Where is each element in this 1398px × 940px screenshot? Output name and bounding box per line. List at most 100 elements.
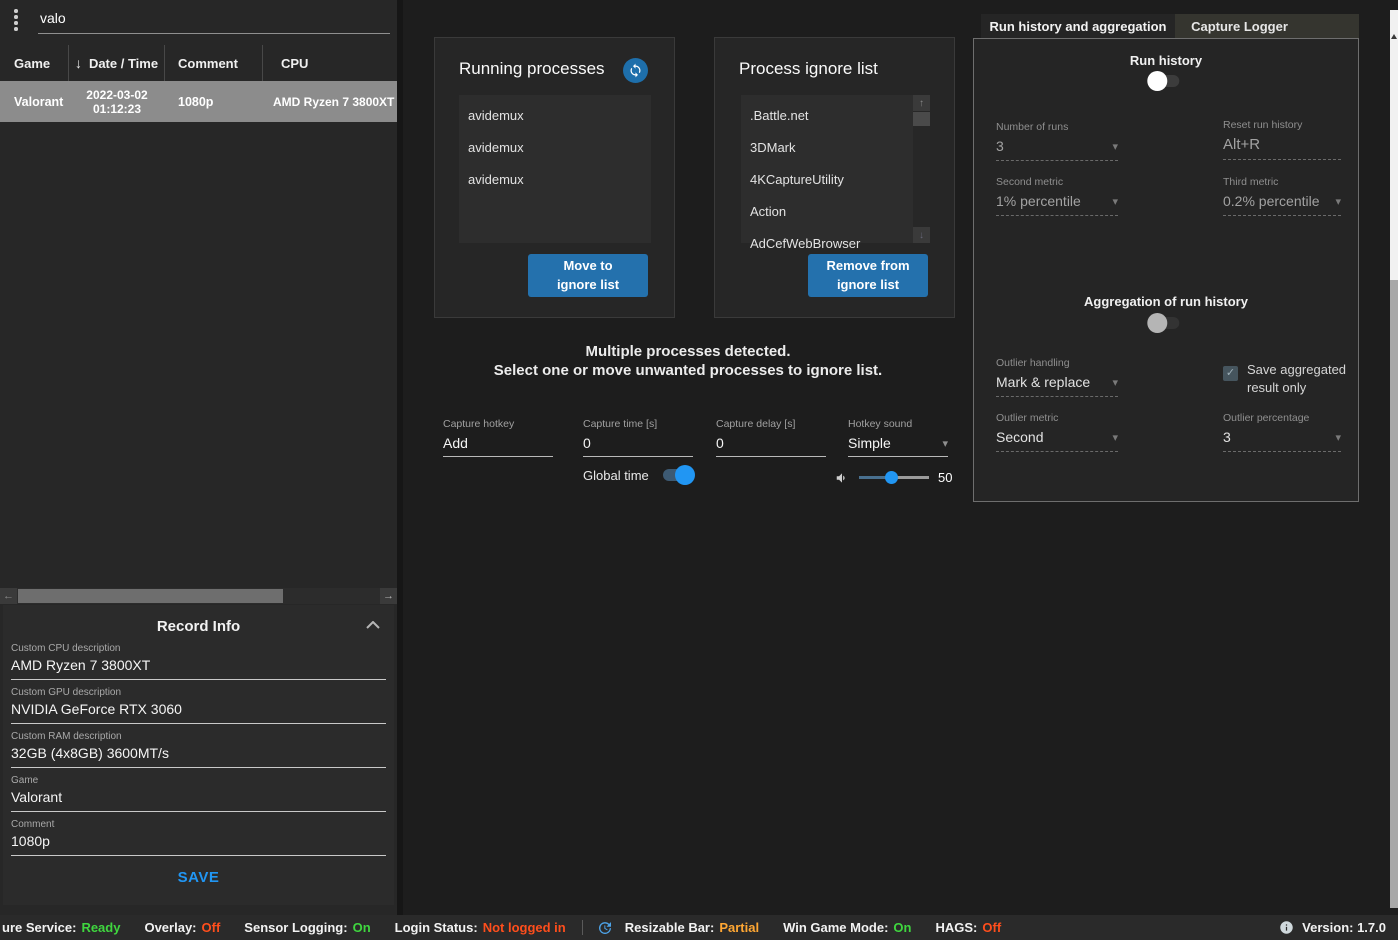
hotkey-sound-field: Hotkey sound Simple ▾ [848,418,948,457]
list-item[interactable]: 4KCaptureUtility [741,163,930,195]
chevron-down-icon: ▾ [1112,140,1118,153]
table-row-selected[interactable]: Valorant 2022-03-02 01:12:23 1080p AMD R… [0,81,397,122]
field-label: Custom RAM description [11,731,122,742]
horizontal-scrollbar-thumb[interactable] [18,589,283,603]
horizontal-scrollbar[interactable]: ← → [0,588,397,604]
message-line1: Multiple processes detected. [585,343,791,360]
column-header-cpu[interactable]: CPU [263,45,397,81]
scroll-right-icon[interactable]: → [380,588,397,604]
list-item[interactable]: avidemux [459,99,651,131]
search-input[interactable] [38,6,390,34]
aggregation-title: Aggregation of run history [1084,294,1248,309]
ignore-list-scrollbar[interactable]: ↑ ↓ [913,95,930,243]
button-label-line2: ignore list [836,276,900,292]
button-label-line1: Move to [563,257,613,273]
kebab-menu-icon[interactable] [14,9,18,31]
chevron-down-icon: ▾ [1112,431,1118,444]
window-scrollbar[interactable] [1390,10,1398,908]
hotkey-sound-select[interactable]: Simple ▾ [848,435,948,457]
row-game: Valorant [14,94,64,109]
ignore-list-scrollbar-thumb[interactable] [913,112,930,126]
list-item[interactable]: avidemux [459,163,651,195]
capture-hotkey-input[interactable]: Add [443,435,553,457]
record-info-section: Record Info Custom CPU description AMD R… [3,605,394,905]
number-of-runs-select[interactable]: 3 ▾ [996,138,1118,161]
ram-description-input[interactable]: 32GB (4x8GB) 3600MT/s [11,745,386,768]
column-header-game[interactable]: Game [0,45,69,81]
status-bar: ure Service: Ready Overlay: Off Sensor Log… [0,915,1398,940]
capture-time-field: Capture time [s] 0 [583,418,693,457]
scroll-up-icon[interactable]: ↑ [913,95,930,111]
run-history-toggle[interactable] [1147,71,1181,91]
number-of-runs-field: Number of runs 3 ▾ [996,121,1118,161]
global-time-label: Global time [583,467,649,483]
gpu-description-field: Custom GPU description NVIDIA GeForce RT… [11,687,386,724]
capture-hotkey-label: Capture hotkey [443,418,515,430]
version-area: Version: 1.7.0 [1279,920,1386,935]
global-time-toggle[interactable] [661,465,695,485]
outlier-handling-select[interactable]: Mark & replace ▾ [996,374,1118,397]
cpu-description-input[interactable]: AMD Ryzen 7 3800XT [11,657,386,680]
status-login: Login Status: Not logged in [394,920,566,935]
scroll-left-icon[interactable]: ← [0,588,17,604]
move-to-ignore-list-button[interactable]: Move to ignore list [528,254,648,297]
sort-desc-icon: ↓ [74,55,82,71]
comment-input[interactable]: 1080p [11,833,386,856]
chevron-down-icon: ▾ [1112,195,1118,208]
hotkey-sound-label: Hotkey sound [848,418,913,430]
third-metric-select[interactable]: 0.2% percentile ▾ [1223,193,1341,216]
status-value: Not logged in [482,920,566,935]
game-input[interactable]: Valorant [11,789,386,812]
process-selection-area: Running processes avidemux avidemux avid… [403,0,973,915]
remove-from-ignore-list-button[interactable]: Remove from ignore list [808,254,928,297]
row-date: 2022-03-02 [86,87,148,102]
window-scrollbar-thumb[interactable] [1390,10,1398,280]
volume-slider[interactable] [859,471,929,484]
run-history-card: Run history Number of runs 3 ▾ Reset run… [973,38,1359,502]
info-icon [1280,921,1293,934]
scroll-down-icon[interactable]: ↓ [913,227,930,243]
second-metric-field: Second metric 1% percentile ▾ [996,176,1118,216]
speaker-icon [836,472,845,483]
list-item[interactable]: avidemux [459,131,651,163]
gpu-description-input[interactable]: NVIDIA GeForce RTX 3060 [11,701,386,724]
outlier-percentage-field: Outlier percentage 3 ▾ [1223,412,1341,452]
volume-slider-thumb[interactable] [885,471,898,484]
row-cpu: AMD Ryzen 7 3800XT [273,94,395,109]
save-button[interactable]: SAVE [3,869,394,886]
aggregation-toggle[interactable] [1147,313,1181,333]
capture-delay-field: Capture delay [s] 0 [716,418,826,457]
column-header-comment[interactable]: Comment [165,45,263,81]
column-header-datetime-label: Date / Time [88,55,159,71]
collapse-chevron-icon[interactable] [366,621,380,629]
run-history-panel: Run history and aggregation Capture Logg… [973,0,1359,915]
status-value: Ready [81,920,121,935]
save-aggregated-checkbox[interactable]: ✓ [1223,366,1238,381]
capture-delay-label: Capture delay [s] [716,418,796,430]
outlier-metric-select[interactable]: Second ▾ [996,429,1118,452]
third-metric-field: Third metric 0.2% percentile ▾ [1223,176,1341,216]
ram-description-field: Custom RAM description 32GB (4x8GB) 3600… [11,731,386,768]
refresh-processes-button[interactable] [623,58,648,83]
row-datetime: 2022-03-02 01:12:23 [69,88,165,116]
second-metric-select[interactable]: 1% percentile ▾ [996,193,1118,216]
cpu-description-field: Custom CPU description AMD Ryzen 7 3800X… [11,643,386,680]
list-item[interactable]: 3DMark [741,131,930,163]
column-header-datetime[interactable]: ↓ Date / Time [69,45,165,81]
tab-capture-logger[interactable]: Capture Logger [1175,14,1304,38]
running-processes-card: Running processes avidemux avidemux avid… [434,37,675,318]
tab-run-history-and-aggregation[interactable]: Run history and aggregation [981,14,1175,38]
button-label-line2: ignore list [556,276,620,292]
list-item[interactable]: .Battle.net [741,99,930,131]
process-ignore-list-card: Process ignore list .Battle.net 3DMark 4… [714,37,955,318]
capture-time-input[interactable]: 0 [583,435,693,457]
comment-field: Comment 1080p [11,819,386,856]
record-info-fields: Custom CPU description AMD Ryzen 7 3800X… [3,635,394,856]
status-value: On [893,920,912,935]
list-item[interactable]: Action [741,195,930,227]
outlier-percentage-select[interactable]: 3 ▾ [1223,429,1341,452]
capture-delay-input[interactable]: 0 [716,435,826,457]
update-clock-icon[interactable] [597,920,613,936]
global-time-control: Global time [583,465,695,485]
reset-run-history-input[interactable]: Alt+R [1223,136,1341,160]
